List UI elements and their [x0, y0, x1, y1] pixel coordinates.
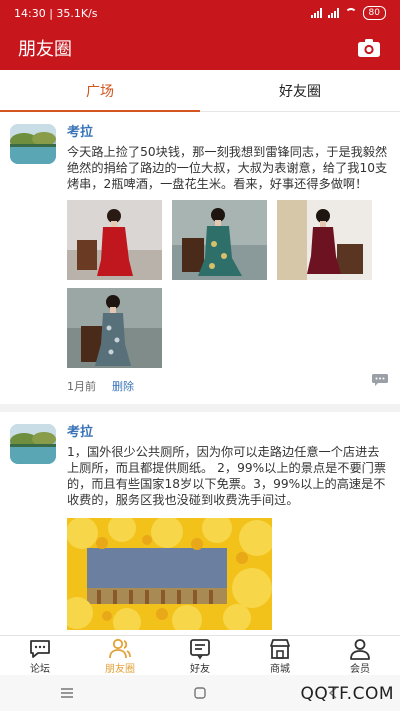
status-indicators: 80: [310, 6, 386, 20]
avatar-image: [10, 124, 56, 164]
avatar[interactable]: [10, 124, 56, 164]
home-button[interactable]: [170, 681, 230, 705]
bottom-nav: 论坛 朋友圈 好友 商城 会员: [0, 635, 400, 675]
post-card: 考拉 今天路上捡了50块钱，那一刻我想到雷锋同志，于是我毅然绝然的捐给了路边的一…: [0, 112, 400, 404]
post-photo[interactable]: [172, 200, 267, 280]
post-photos: [67, 200, 388, 376]
nav-forum[interactable]: 论坛: [0, 636, 80, 675]
page-title: 朋友圈: [18, 39, 72, 60]
post-author[interactable]: 考拉: [67, 424, 388, 442]
post-text: 今天路上捡了50块钱，那一刻我想到雷锋同志，于是我毅然绝然的捐给了路边的一位大叔…: [67, 145, 388, 191]
post-photo[interactable]: [67, 518, 272, 630]
nav-label: 会员: [350, 664, 370, 675]
menu-icon: [60, 688, 73, 698]
post-photo[interactable]: [277, 200, 372, 280]
nav-label: 好友: [190, 664, 210, 675]
comment-button[interactable]: [372, 371, 388, 390]
post-time: 1月前: [67, 380, 96, 393]
tab-friends-circle[interactable]: 好友圈: [200, 70, 400, 111]
nav-label: 朋友圈: [105, 664, 135, 675]
post-author[interactable]: 考拉: [67, 124, 388, 142]
post-card: 考拉 1，国外很少公共厕所，因为你可以走路边任意一个店进去上厕所，而且都提供厕纸…: [0, 412, 400, 635]
camera-button[interactable]: [356, 35, 382, 61]
tab-bar: 广场 好友圈: [0, 70, 400, 112]
wifi-icon: [344, 8, 357, 18]
tab-square[interactable]: 广场: [0, 70, 200, 112]
avatar-image: [10, 424, 56, 464]
comment-icon: [372, 374, 388, 386]
home-icon: [194, 687, 206, 699]
post-text: 1，国外很少公共厕所，因为你可以走路边任意一个店进去上厕所，而且都提供厕纸。 2…: [67, 445, 387, 507]
nav-friends[interactable]: 好友: [160, 636, 240, 675]
status-bar: 14:30 | 35.1K/s 80: [0, 0, 400, 26]
app-header: 朋友圈: [0, 26, 400, 70]
avatar[interactable]: [10, 424, 56, 464]
chat-icon: [30, 640, 50, 658]
post-photo[interactable]: [67, 288, 162, 368]
delete-link[interactable]: 删除: [112, 378, 134, 394]
signal-icon: [310, 8, 322, 18]
user-icon: [350, 639, 370, 660]
battery-indicator: 80: [362, 6, 386, 20]
nav-label: 论坛: [30, 664, 50, 675]
status-time-speed: 14:30 | 35.1K/s: [14, 6, 98, 20]
watermark: QQTF.COM: [300, 684, 394, 704]
feed-list[interactable]: 考拉 今天路上捡了50块钱，那一刻我想到雷锋同志，于是我毅然绝然的捐给了路边的一…: [0, 112, 400, 635]
store-icon: [270, 639, 290, 659]
nav-member[interactable]: 会员: [320, 636, 400, 675]
signal-icon-2: [327, 8, 339, 18]
post-footer: 1月前 删除: [67, 378, 388, 394]
menu-button[interactable]: [37, 681, 97, 705]
camera-icon: [358, 39, 380, 57]
contact-card-icon: [190, 639, 210, 660]
nav-label: 商城: [270, 664, 290, 675]
people-icon: [109, 638, 131, 659]
post-photo[interactable]: [67, 200, 162, 280]
nav-store[interactable]: 商城: [240, 636, 320, 675]
nav-moments[interactable]: 朋友圈: [80, 636, 160, 675]
